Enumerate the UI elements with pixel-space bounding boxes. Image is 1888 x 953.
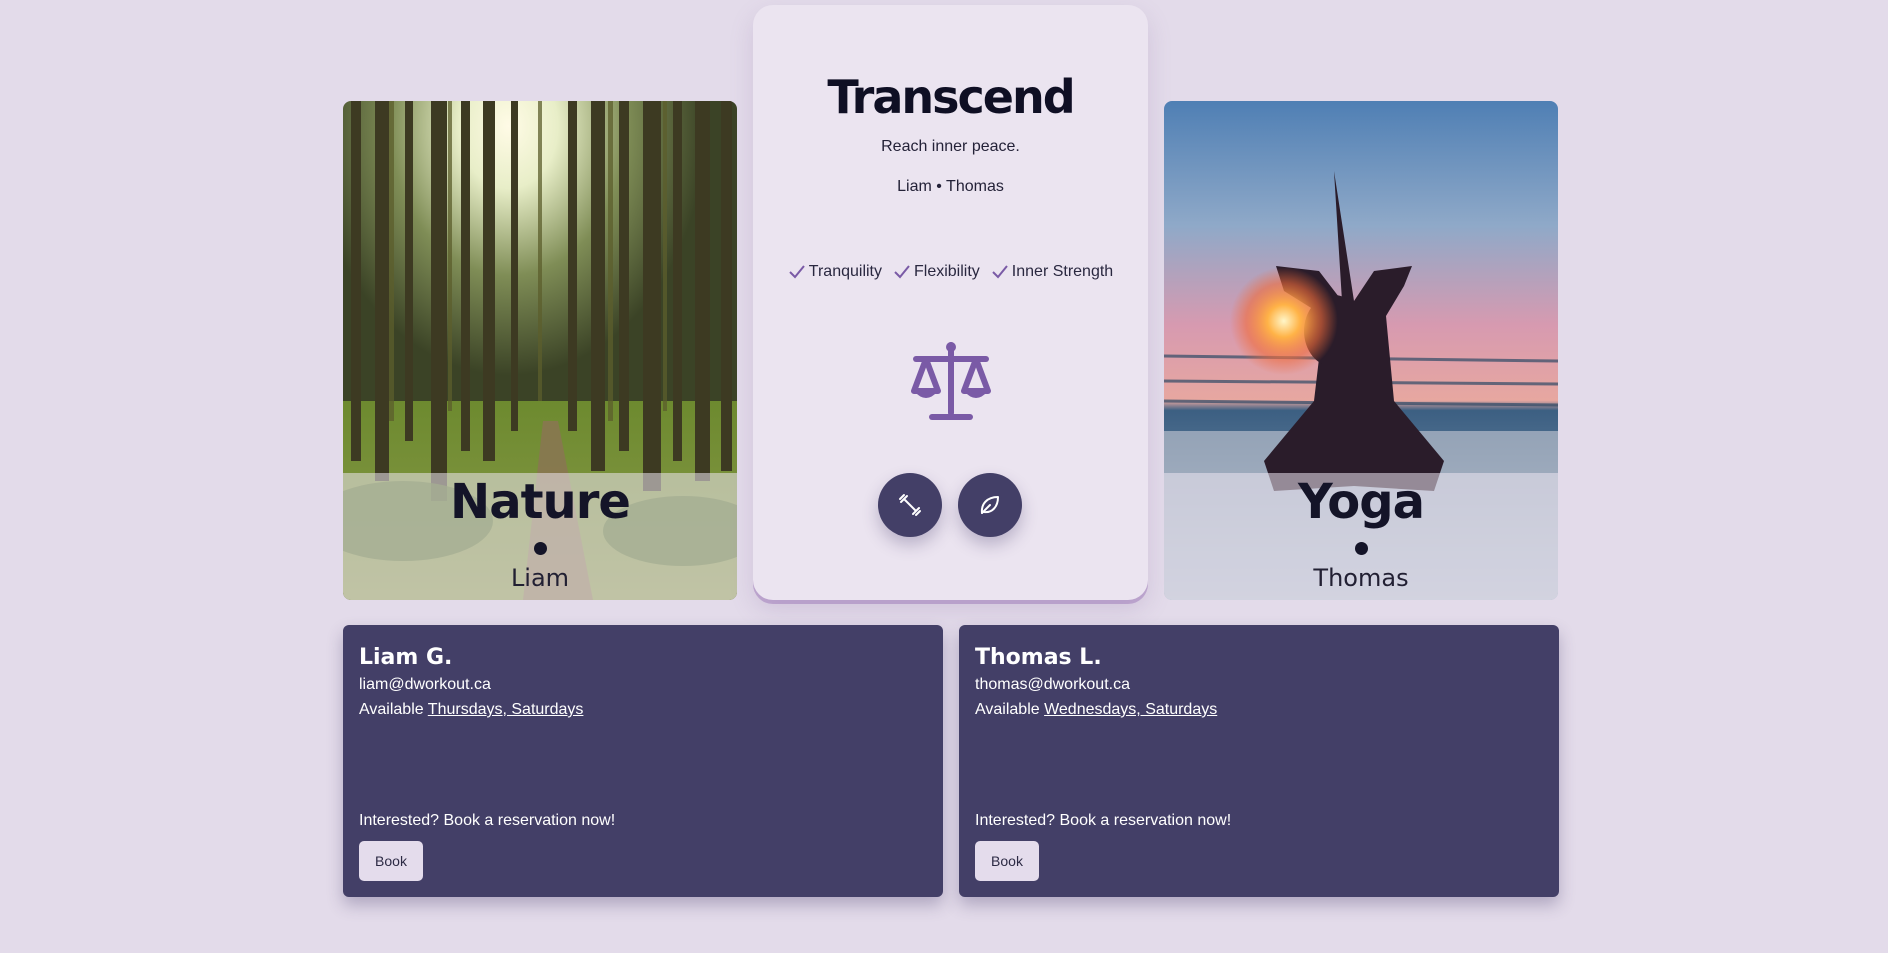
book-button[interactable]: Book	[359, 841, 423, 881]
leaf-icon	[980, 496, 999, 514]
trainer-name: Liam G.	[359, 645, 453, 670]
nature-card[interactable]: Nature Liam	[343, 101, 737, 600]
trainer-email: thomas@dworkout.ca	[975, 676, 1130, 693]
nature-caption: Nature Liam	[343, 473, 737, 600]
feature-item: Tranquility	[788, 263, 882, 281]
yoga-title: Yoga	[1297, 474, 1425, 530]
feature-label: Inner Strength	[1011, 263, 1114, 280]
booking-prompt: Interested? Book a reservation now!	[975, 812, 1232, 829]
availability-days-link[interactable]: Thursdays, Saturdays	[428, 701, 584, 718]
trainer-card-liam: Liam G. liam@dworkout.ca Available Thurs…	[343, 625, 943, 897]
availability-label: Available	[975, 701, 1040, 718]
trainer-name: Thomas L.	[975, 645, 1102, 670]
trainer-card-thomas: Thomas L. thomas@dworkout.ca Available W…	[959, 625, 1559, 897]
feature-list: Tranquility Flexibility Inner Strength	[753, 263, 1148, 281]
feature-label: Flexibility	[914, 263, 980, 280]
yoga-trainer-name: Thomas	[1313, 564, 1409, 592]
nature-trainer-name: Liam	[510, 564, 570, 592]
card-trainers: Liam • Thomas	[897, 178, 1004, 195]
dumbbell-button[interactable]	[878, 473, 942, 537]
feature-label: Tranquility	[808, 263, 882, 280]
bullet-dot	[533, 542, 547, 555]
yoga-card[interactable]: Yoga Thomas	[1164, 101, 1558, 600]
trainer-email: liam@dworkout.ca	[359, 676, 491, 693]
availability-label: Available	[359, 701, 424, 718]
leaf-button[interactable]	[958, 473, 1022, 537]
dumbbell-icon	[899, 494, 921, 516]
nature-title: Nature	[450, 474, 631, 530]
trainer-availability: Available Wednesdays, Saturdays	[975, 700, 1217, 720]
yoga-caption: Yoga Thomas	[1164, 473, 1558, 600]
booking-prompt: Interested? Book a reservation now!	[359, 812, 616, 829]
bullet-dot	[1354, 542, 1368, 555]
feature-item: Inner Strength	[991, 263, 1113, 281]
book-button[interactable]: Book	[975, 841, 1039, 881]
trainer-availability: Available Thursdays, Saturdays	[359, 700, 583, 720]
feature-item: Flexibility	[893, 263, 980, 281]
page: Nature Liam Transcend Reach inner peace.…	[0, 0, 1888, 953]
card-title: Transcend	[827, 70, 1075, 124]
availability-days-link[interactable]: Wednesdays, Saturdays	[1044, 701, 1217, 718]
scale-balance-icon	[911, 342, 991, 420]
transcend-card: Transcend Reach inner peace. Liam • Thom…	[753, 5, 1148, 600]
card-subtitle: Reach inner peace.	[881, 138, 1020, 155]
check-icon	[789, 265, 805, 279]
check-icon	[894, 265, 910, 279]
check-icon	[992, 265, 1008, 279]
